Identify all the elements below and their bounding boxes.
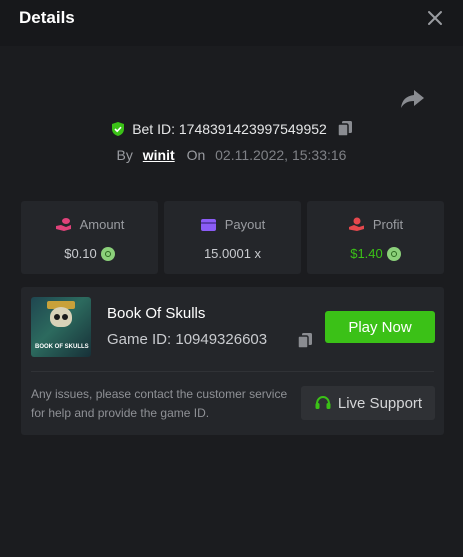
profit-value: $1.40 (350, 246, 383, 261)
profit-label: Profit (372, 217, 404, 232)
live-support-label: Live Support (337, 394, 423, 412)
payout-value: 15.0001 x (203, 246, 262, 261)
copy-icon[interactable] (337, 120, 353, 137)
bet-date: 02.11.2022, 15:33:16 (215, 147, 347, 163)
user-link[interactable]: winit (143, 147, 175, 163)
game-card: BOOK OF SKULLS Book Of Skulls Game ID: 1… (21, 287, 444, 435)
profit-card: Profit $1.40 (307, 201, 444, 274)
payout-label: Payout (224, 217, 266, 232)
modal-title: Details (19, 8, 75, 27)
game-name: Book Of Skulls (107, 305, 206, 322)
hand-coin-icon (348, 217, 364, 231)
coins-hand-icon (55, 218, 71, 231)
by-label: By (116, 147, 133, 163)
copy-icon[interactable] (297, 332, 313, 349)
close-icon[interactable] (424, 7, 446, 29)
amount-label: Amount (79, 217, 125, 232)
modal-header: Details (0, 0, 463, 46)
thumbnail-title: BOOK OF SKULLS (35, 344, 89, 350)
bet-meta: By winit On 02.11.2022, 15:33:16 (0, 147, 463, 163)
support-note: Any issues, please contact the customer … (31, 387, 288, 420)
on-label: On (186, 147, 206, 163)
payout-card: Payout 15.0001 x (164, 201, 301, 274)
share-icon[interactable] (400, 88, 426, 110)
game-thumbnail[interactable]: BOOK OF SKULLS (31, 297, 91, 357)
verified-shield-icon (112, 121, 125, 136)
amount-card: Amount $0.10 (21, 201, 158, 274)
divider (31, 371, 434, 372)
coin-icon (100, 246, 115, 261)
live-support-button[interactable]: Live Support (301, 386, 435, 420)
wallet-icon (200, 218, 216, 231)
bet-id-row: Bet ID: 1748391423997549952 (0, 120, 463, 140)
play-now-button[interactable]: Play Now (325, 311, 435, 343)
coin-icon (386, 246, 401, 261)
headset-icon (315, 395, 331, 409)
game-id: Game ID: 10949326603 (107, 331, 268, 348)
amount-value: $0.10 (64, 246, 97, 261)
bet-id: Bet ID: 1748391423997549952 (132, 120, 327, 137)
